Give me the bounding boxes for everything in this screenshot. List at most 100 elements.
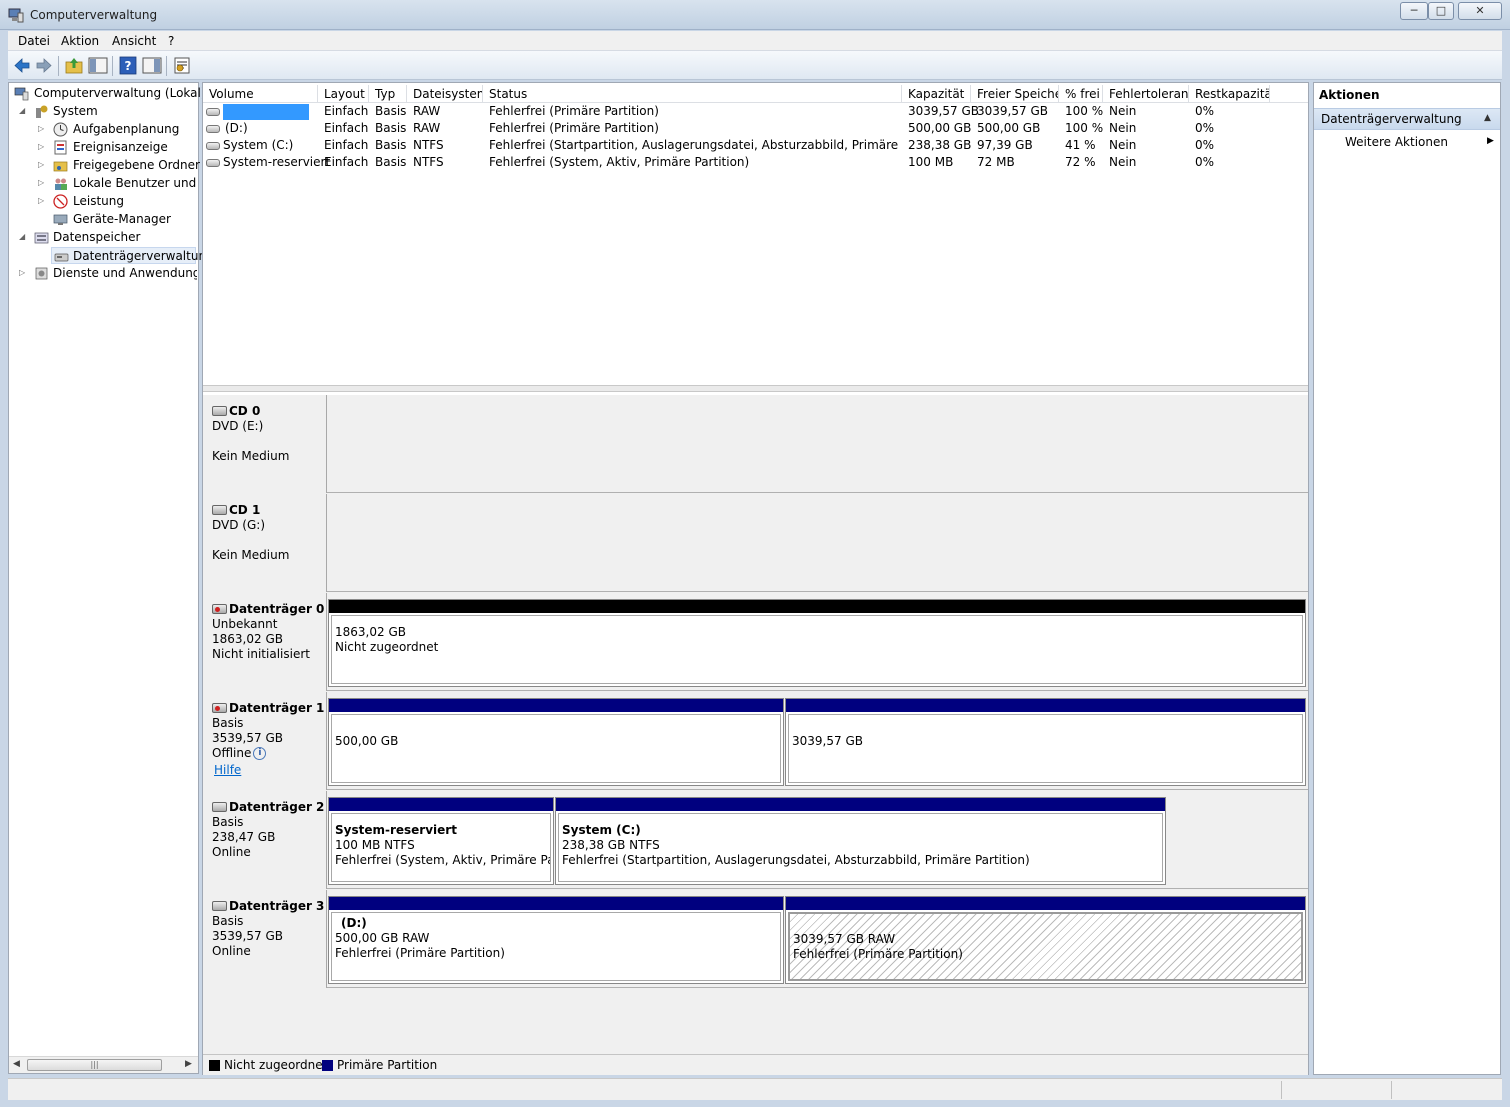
disk-line: Online — [212, 845, 251, 859]
disk-line: Unbekannt — [212, 617, 278, 631]
help-icon[interactable]: ? — [118, 56, 138, 75]
close-button[interactable]: ✕ — [1458, 2, 1502, 20]
disk-label[interactable]: CD 0 DVD (E:) Kein Medium — [203, 395, 327, 493]
partition-system-c[interactable]: System (C:) 238,38 GB NTFS Fehlerfrei (S… — [555, 797, 1166, 885]
menu-aktion[interactable]: Aktion — [61, 34, 99, 48]
collapsed-arrow-icon[interactable]: ▷ — [38, 197, 46, 205]
disk-management-pane: Volume Layout Typ Dateisystem Status Kap… — [202, 82, 1309, 1075]
col-dateisystem[interactable]: Dateisystem — [407, 85, 483, 103]
tree-item-aufgabenplanung[interactable]: ▷ Aufgabenplanung — [36, 121, 197, 138]
col-prozent-frei[interactable]: % frei — [1059, 85, 1103, 103]
partition-selected-raw[interactable]: 3039,57 GB RAW Fehlerfrei (Primäre Parti… — [785, 896, 1306, 984]
disk-label[interactable]: Datenträger 1 Basis 3539,57 GB Offline i … — [203, 692, 327, 790]
partition-status: Fehlerfrei (System, Aktiv, Primäre Parti… — [335, 853, 550, 867]
tree-item-leistung[interactable]: ▷ Leistung — [36, 193, 197, 210]
actions-section-header[interactable]: Datenträgerverwaltung ▲ — [1314, 108, 1500, 130]
volume-row[interactable]: (D:) Einfach Basis RAW Fehlerfrei (Primä… — [203, 120, 1308, 137]
tree-item-geraete-manager[interactable]: Geräte-Manager — [36, 211, 197, 228]
info-icon[interactable]: i — [253, 747, 267, 760]
cell-frei: 500,00 GB — [977, 121, 1041, 135]
cell-frei: 72 MB — [977, 155, 1015, 169]
partition-name: System-reserviert — [335, 823, 457, 837]
tree-item-system[interactable]: ◢ System — [17, 103, 197, 120]
show-hide-tree-icon[interactable] — [88, 56, 108, 75]
col-restkapazitaet[interactable]: Restkapazität — [1189, 85, 1270, 103]
col-freier-speicher[interactable]: Freier Speicher — [971, 85, 1059, 103]
collapsed-arrow-icon[interactable]: ▷ — [19, 269, 27, 277]
tree-item-freigegebene-ordner[interactable]: ▷ Freigegebene Ordner — [36, 157, 200, 174]
device-manager-icon — [53, 214, 68, 225]
partition-bar — [786, 699, 1305, 712]
legend: Nicht zugeordnet Primäre Partition — [203, 1054, 1308, 1075]
col-kapazitaet[interactable]: Kapazität — [902, 85, 971, 103]
minimize-button[interactable]: ─ — [1400, 2, 1428, 20]
scroll-left-arrow-icon[interactable]: ◀ — [13, 1059, 20, 1069]
disk-label[interactable]: CD 1 DVD (G:) Kein Medium — [203, 494, 327, 592]
cell-layout: Einfach — [324, 104, 369, 118]
tree-horizontal-scrollbar[interactable]: ◀ ||| ▶ — [9, 1056, 198, 1073]
expanded-arrow-icon[interactable]: ◢ — [19, 107, 27, 115]
expanded-arrow-icon[interactable]: ◢ — [19, 233, 27, 241]
up-folder-icon[interactable] — [64, 56, 84, 75]
collapsed-arrow-icon[interactable]: ▷ — [38, 125, 46, 133]
collapse-arrow-icon[interactable]: ▲ — [1484, 113, 1491, 123]
volume-row[interactable]: System (C:) Einfach Basis NTFS Fehlerfre… — [203, 137, 1308, 154]
menu-ansicht[interactable]: Ansicht — [112, 34, 156, 48]
cell-fehler: Nein — [1109, 104, 1137, 118]
more-actions-item[interactable]: Weitere Aktionen — [1345, 135, 1448, 149]
cell-volume: System (C:) — [223, 138, 294, 152]
volume-row[interactable]: System-reserviert Einfach Basis NTFS Feh… — [203, 154, 1308, 171]
scroll-right-arrow-icon[interactable]: ▶ — [185, 1059, 192, 1069]
partition-bar — [329, 699, 783, 712]
volume-icon — [206, 159, 220, 167]
cell-pct: 100 % — [1065, 121, 1104, 135]
menu-help[interactable]: ? — [168, 34, 174, 48]
pane-splitter[interactable] — [203, 385, 1308, 392]
cell-volume: (D:) — [225, 121, 248, 135]
partition-unallocated[interactable]: 1863,02 GB Nicht zugeordnet — [328, 599, 1306, 687]
tree-item-ereignisanzeige[interactable]: ▷ Ereignisanzeige — [36, 139, 197, 156]
partition-status: Fehlerfrei (Startpartition, Auslagerungs… — [562, 853, 1030, 867]
collapsed-arrow-icon[interactable]: ▷ — [38, 143, 46, 151]
tree-item-datentraegerverwaltung[interactable]: Datenträgerverwaltung — [51, 247, 214, 264]
status-segment — [1391, 1081, 1392, 1099]
forward-arrow-icon[interactable] — [34, 56, 54, 75]
tree-item-root[interactable]: Computerverwaltung (Lokal) — [12, 85, 206, 102]
tree-item-lokale-benutzer[interactable]: ▷ Lokale Benutzer und Gr — [36, 175, 197, 192]
col-status[interactable]: Status — [483, 85, 902, 103]
partition-size: 100 MB NTFS — [335, 838, 415, 852]
scroll-thumb[interactable]: ||| — [27, 1059, 162, 1071]
partition-system-reserved[interactable]: System-reserviert 100 MB NTFS Fehlerfrei… — [328, 797, 554, 885]
partition-primary[interactable]: 3039,57 GB — [785, 698, 1306, 786]
storage-icon — [34, 232, 49, 244]
cell-status: Fehlerfrei (System, Aktiv, Primäre Parti… — [489, 155, 750, 169]
help-link[interactable]: Hilfe — [212, 763, 241, 777]
show-hide-action-pane-icon[interactable] — [142, 56, 162, 75]
maximize-button[interactable]: □ — [1428, 2, 1454, 20]
tree-item-datenspeicher[interactable]: ◢ Datenspeicher — [17, 229, 197, 246]
col-layout[interactable]: Layout — [318, 85, 369, 103]
partition-name: System (C:) — [562, 823, 641, 837]
status-segment — [1281, 1081, 1282, 1099]
volume-row[interactable]: Einfach Basis RAW Fehlerfrei (Primäre Pa… — [203, 103, 1308, 120]
disk-line: Kein Medium — [212, 548, 290, 562]
collapsed-arrow-icon[interactable]: ▷ — [38, 161, 46, 169]
properties-icon[interactable] — [172, 56, 192, 75]
partition-bar — [329, 600, 1305, 613]
tree-label: Ereignisanzeige — [73, 140, 168, 154]
col-fehlertoleranz[interactable]: Fehlertoleranz — [1103, 85, 1189, 103]
tree-item-dienste[interactable]: ▷ Dienste und Anwendungen — [17, 265, 197, 282]
menu-datei[interactable]: Datei — [18, 34, 50, 48]
computer-management-window: Computerverwaltung ─ □ ✕ Datei Aktion An… — [0, 0, 1510, 1107]
partition-d[interactable]: (D:) 500,00 GB RAW Fehlerfrei (Primäre P… — [328, 896, 784, 984]
tree-label: Lokale Benutzer und Gr — [73, 176, 197, 190]
col-typ[interactable]: Typ — [369, 85, 407, 103]
col-volume[interactable]: Volume — [203, 85, 318, 103]
volume-name-selected[interactable] — [223, 104, 309, 120]
partition-primary[interactable]: 500,00 GB — [328, 698, 784, 786]
disk-label[interactable]: Datenträger 3 Basis 3539,57 GB Online — [203, 890, 327, 988]
collapsed-arrow-icon[interactable]: ▷ — [38, 179, 46, 187]
disk-label[interactable]: Datenträger 0 Unbekannt 1863,02 GB Nicht… — [203, 593, 327, 691]
disk-label[interactable]: Datenträger 2 Basis 238,47 GB Online — [203, 791, 327, 889]
back-arrow-icon[interactable] — [12, 56, 32, 75]
